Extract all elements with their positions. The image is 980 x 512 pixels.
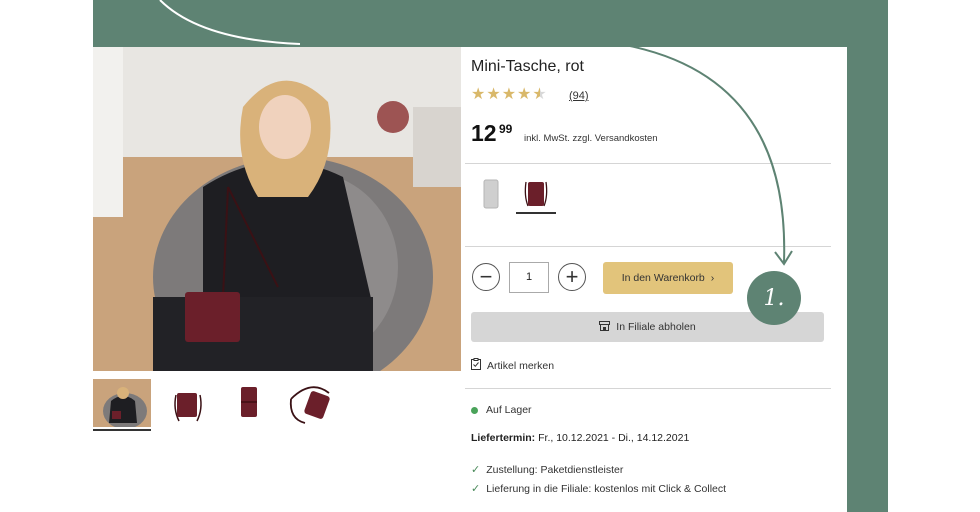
stock-status: Auf Lager [471,404,532,416]
add-to-cart-label: In den Warenkorb [621,272,705,284]
thumbnail-2[interactable] [159,379,217,429]
star-half-icon: ★ [532,86,547,103]
wishlist-link[interactable]: Artikel merken [471,358,554,373]
store-pickup-label: In Filiale abholen [616,321,696,333]
check-icon: ✓ [471,464,481,476]
thumbnail-4[interactable] [281,379,339,429]
review-count-link[interactable]: (94) [569,90,589,102]
thumbnail-3[interactable] [220,379,278,429]
star-icon: ★ [517,86,532,103]
plus-icon: + [565,264,579,289]
delivery-dates: Fr., 10.12.2021 - Di., 14.12.2021 [538,432,690,444]
product-title: Mini-Tasche, rot [471,58,584,75]
feature-text: Zustellung: Paketdienstleister [486,463,624,476]
product-main-image[interactable] [93,47,461,371]
store-icon [599,320,611,334]
quantity-increase-button[interactable]: + [558,263,586,291]
add-to-cart-button[interactable]: In den Warenkorb › [603,262,733,294]
quantity-input[interactable]: 1 [509,262,549,293]
star-icon: ★ [501,86,517,103]
star-icon: ★ [486,86,501,103]
variant-red[interactable] [516,174,556,214]
feature-text: Lieferung in die Filiale: kostenlos mit … [486,482,727,495]
divider [465,246,831,247]
divider [465,388,831,389]
delivery-date: Liefertermin: Fr., 10.12.2021 - Di., 14.… [471,432,689,444]
check-icon: ✓ [471,483,481,495]
price-note: inkl. MwSt. zzgl. Versandkosten [524,133,658,144]
star-icon: ★ [471,86,486,103]
clipboard-check-icon [471,358,481,373]
price-integer: 12 [471,120,497,146]
chevron-right-icon: › [710,272,715,284]
in-stock-dot-icon [471,406,478,414]
delivery-label: Liefertermin: [471,432,536,444]
feature-item: ✓ Lieferung in die Filiale: kostenlos mi… [471,482,727,496]
stock-label: Auf Lager [486,404,532,416]
step-badge: 1. [747,271,801,325]
variant-silver[interactable] [472,174,512,212]
divider [465,163,831,164]
minus-icon: − [479,264,493,289]
thumbnail-strip [93,379,353,431]
thumbnail-1[interactable] [93,379,151,431]
rating-stars[interactable]: ★ ★ ★ ★ ★ [471,87,548,103]
feature-item: ✓ Zustellung: Paketdienstleister [471,463,624,477]
price-decimal: 99 [499,122,513,136]
quantity-decrease-button[interactable]: − [472,263,500,291]
wishlist-label: Artikel merken [487,359,555,372]
